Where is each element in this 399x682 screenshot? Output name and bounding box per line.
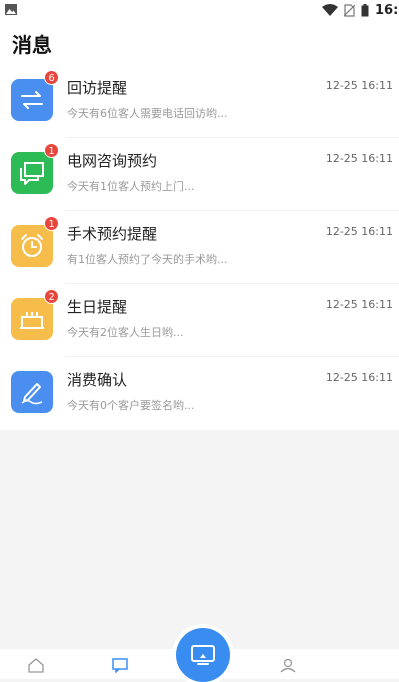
message-time: 12-25 16:11 xyxy=(325,152,393,165)
message-time: 12-25 16:11 xyxy=(325,225,393,238)
home-icon[interactable] xyxy=(27,657,45,673)
chat-icon xyxy=(11,152,53,194)
header: 消息 xyxy=(0,20,399,65)
message-item-consultation-appointment[interactable]: 1 电网咨询预约 12-25 16:11 今天有1位客人预约上门... xyxy=(0,138,399,211)
message-time: 12-25 16:11 xyxy=(325,298,393,311)
profile-icon[interactable] xyxy=(279,657,297,673)
page-title: 消息 xyxy=(12,33,52,57)
message-list: 6 回访提醒 12-25 16:11 今天有6位客人需要电话回访哟... 1 电… xyxy=(0,65,399,430)
message-title: 回访提醒 xyxy=(67,79,128,97)
gallery-icon xyxy=(5,4,17,15)
status-time: 16:1 xyxy=(375,2,399,18)
message-time: 12-25 16:11 xyxy=(325,79,393,92)
message-title: 消费确认 xyxy=(67,371,128,389)
wifi-icon xyxy=(322,4,338,16)
message-preview: 今天有2位客人生日哟... xyxy=(67,326,184,339)
cake-icon xyxy=(11,298,53,340)
message-title: 手术预约提醒 xyxy=(67,225,158,243)
message-icon[interactable] xyxy=(111,657,129,673)
alarm-clock-icon xyxy=(11,225,53,267)
screen-icon[interactable] xyxy=(176,628,230,682)
message-item-consumption-confirm[interactable]: 消费确认 12-25 16:11 今天有0个客户要签名哟... xyxy=(0,357,399,430)
status-bar: 16:1 xyxy=(0,0,399,20)
no-sim-icon xyxy=(344,3,355,17)
unread-badge: 2 xyxy=(44,289,59,304)
pen-icon xyxy=(11,371,53,413)
message-preview: 有1位客人预约了今天的手术哟... xyxy=(67,253,228,266)
unread-badge: 1 xyxy=(44,143,59,158)
message-preview: 今天有6位客人需要电话回访哟... xyxy=(67,107,228,120)
message-title: 生日提醒 xyxy=(67,298,128,316)
unread-badge: 1 xyxy=(44,216,59,231)
message-title: 电网咨询预约 xyxy=(67,152,158,170)
message-item-birthday-reminder[interactable]: 2 生日提醒 12-25 16:11 今天有2位客人生日哟... xyxy=(0,284,399,357)
message-item-surgery-reminder[interactable]: 1 手术预约提醒 12-25 16:11 有1位客人预约了今天的手术哟... xyxy=(0,211,399,284)
message-preview: 今天有1位客人预约上门... xyxy=(67,180,195,193)
message-time: 12-25 16:11 xyxy=(325,371,393,384)
message-preview: 今天有0个客户要签名哟... xyxy=(67,399,195,412)
battery-icon xyxy=(361,3,369,16)
unread-badge: 6 xyxy=(44,70,59,85)
message-item-revisit-reminder[interactable]: 6 回访提醒 12-25 16:11 今天有6位客人需要电话回访哟... xyxy=(0,65,399,138)
transfer-icon xyxy=(11,79,53,121)
